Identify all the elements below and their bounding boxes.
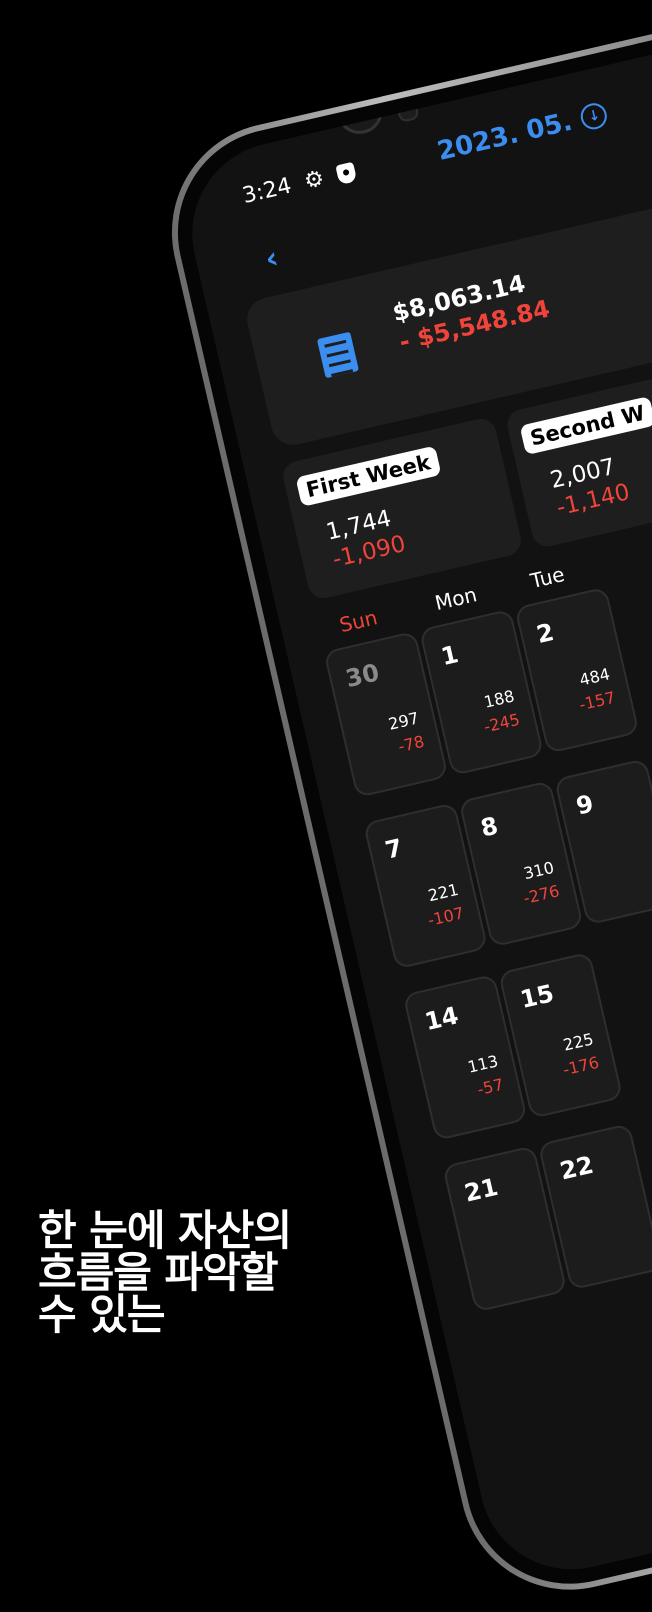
day-income: 484 [577, 664, 612, 690]
tagline-line: 한 눈에 자산의 [38, 1206, 292, 1255]
status-time: 3:24 [240, 173, 294, 209]
receipt-icon [316, 331, 359, 379]
month-selector[interactable]: 2023. 05. ↓ [435, 99, 611, 167]
month-label: 2023. 05. [434, 106, 576, 167]
day-income: 310 [521, 857, 556, 884]
weekday-sun: Sun [337, 605, 380, 638]
day-number: 8 [478, 811, 501, 843]
day-expense: -78 [396, 731, 427, 757]
day-income: 297 [386, 708, 421, 734]
day-expense: -157 [577, 687, 618, 715]
tagline-line: 수 있는 [38, 1290, 166, 1339]
day-expense: -176 [561, 1052, 601, 1080]
day-income: 225 [561, 1029, 596, 1055]
day-expense: -276 [521, 881, 562, 908]
day-income: 113 [465, 1051, 500, 1077]
promo-tagline: 한 눈에 자산의 흐름을 파악할 수 있는 [38, 1206, 292, 1339]
day-number: 9 [573, 789, 597, 821]
day-number: 2 [533, 617, 557, 650]
tagline-line: 흐름을 파악할 [38, 1248, 278, 1297]
week-label: Second W [519, 396, 652, 456]
phone-frame: 3:24 ⚙ ‹ 2023. 05. ↓ $8,063.14 - $5,548.… [150, 0, 652, 1612]
speaker-grille [489, 47, 571, 80]
day-number: 7 [382, 833, 406, 865]
day-number: 1 [438, 640, 462, 672]
day-income: 221 [426, 879, 461, 906]
front-camera [331, 83, 388, 139]
back-chevron-icon[interactable]: ‹ [262, 240, 282, 277]
day-expense: -57 [475, 1074, 506, 1100]
settings-gear-icon: ⚙ [301, 165, 327, 195]
week-card-second[interactable]: Second W 2,007 -1,140 [504, 364, 652, 550]
day-income: 188 [482, 686, 517, 712]
status-bar: 3:24 ⚙ [240, 159, 358, 209]
download-icon[interactable]: ↓ [578, 100, 610, 132]
day-number: 15 [517, 979, 557, 1015]
day-number: 14 [422, 1001, 462, 1037]
day-expense: -245 [481, 709, 522, 737]
app-screen: 3:24 ⚙ ‹ 2023. 05. ↓ $8,063.14 - $5,548.… [173, 0, 652, 1588]
proximity-sensor [392, 83, 420, 123]
week-card-first[interactable]: First Week 1,744 -1,090 [280, 415, 525, 602]
day-number: 30 [342, 658, 382, 694]
week-label: First Week [295, 445, 442, 507]
day-expense: -107 [426, 903, 466, 930]
weekday-mon: Mon [432, 582, 480, 616]
shield-icon [335, 161, 358, 185]
day-number: 22 [557, 1150, 597, 1186]
day-number: 21 [461, 1172, 501, 1208]
weekday-tue: Tue [528, 562, 567, 594]
